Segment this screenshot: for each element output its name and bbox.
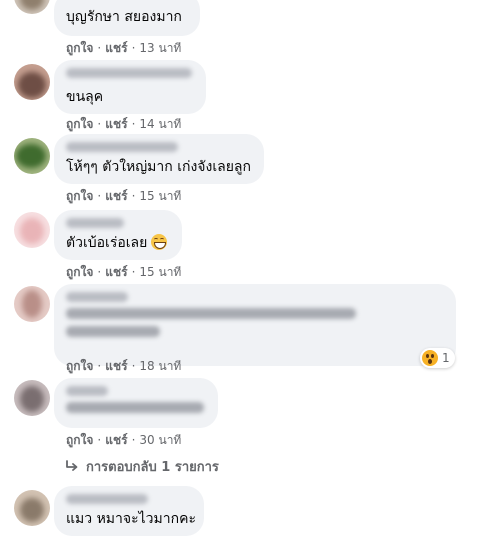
blurred-comment-text [66,308,356,319]
blurred-author-name [66,218,124,228]
view-replies-label: การตอบกลับ 1 รายการ [86,460,219,475]
avatar[interactable] [14,286,50,322]
like-button[interactable]: ถูกใจ [66,41,93,55]
view-replies-link[interactable]: การตอบกลับ 1 รายการ [64,456,219,477]
grinning-face-emoji [151,234,168,250]
timestamp[interactable]: 18 นาที [139,359,181,373]
share-button[interactable]: แชร์ [105,189,127,203]
blurred-author-name [66,292,128,302]
share-button[interactable]: แชร์ [105,433,127,447]
comment-bubble: แมว หมาจะไวมากคะ [54,486,204,536]
separator: · [97,41,102,55]
separator: · [131,117,136,131]
blurred-author-name [66,494,148,504]
comment-actions: ถูกใจ · แชร์ · 13 นาที [66,40,181,56]
comment-text: บุญรักษา สยองมาก [66,9,182,25]
timestamp[interactable]: 15 นาที [139,189,181,203]
comment-bubble: ตัวเบ้อเร่อเลย [54,210,182,260]
comment-actions: ถูกใจ · แชร์ · 18 นาที [66,358,181,374]
like-button[interactable]: ถูกใจ [66,359,93,373]
timestamp[interactable]: 15 นาที [139,265,181,279]
separator: · [97,189,102,203]
comment-bubble: ขนลุค [54,60,206,114]
avatar[interactable] [14,490,50,526]
separator: · [97,359,102,373]
avatar[interactable] [14,138,50,174]
reaction-summary[interactable]: 1 [420,348,455,368]
separator: · [131,359,136,373]
wow-reaction-icon [422,350,438,366]
timestamp[interactable]: 30 นาที [139,433,181,447]
share-button[interactable]: แชร์ [105,265,127,279]
timestamp[interactable]: 13 นาที [139,41,181,55]
comment-text-content: ตัวเบ้อเร่อเลย [66,235,148,251]
separator: · [97,433,102,447]
avatar[interactable] [14,64,50,100]
comment-text: ขนลุค [66,89,104,105]
comment-actions: ถูกใจ · แชร์ · 15 นาที [66,188,181,204]
separator: · [131,189,136,203]
blurred-author-name [66,386,108,396]
share-button[interactable]: แชร์ [105,41,127,55]
comment-bubble: โห้ๆๆ ตัวใหญ่มาก เก่งจังเลยลูก [54,134,264,184]
comment-actions: ถูกใจ · แชร์ · 30 นาที [66,432,181,448]
timestamp[interactable]: 14 นาที [139,117,181,131]
reply-arrow-icon [66,459,78,471]
separator: · [131,265,136,279]
blurred-comment-text [66,326,160,337]
like-button[interactable]: ถูกใจ [66,117,93,131]
like-button[interactable]: ถูกใจ [66,189,93,203]
blurred-author-name [66,68,192,78]
separator: · [131,433,136,447]
share-button[interactable]: แชร์ [105,359,127,373]
like-button[interactable]: ถูกใจ [66,265,93,279]
blurred-author-name [66,142,178,152]
avatar[interactable] [14,0,50,14]
separator: · [97,117,102,131]
reaction-count: 1 [442,351,450,365]
comment-actions: ถูกใจ · แชร์ · 14 นาที [66,116,181,132]
comment-text: ตัวเบ้อเร่อเลย [66,234,170,252]
comment-bubble: บุญรักษา สยองมาก [54,0,200,36]
separator: · [97,265,102,279]
share-button[interactable]: แชร์ [105,117,127,131]
avatar[interactable] [14,380,50,416]
comment-bubble [54,284,456,366]
comment-bubble [54,378,218,428]
avatar[interactable] [14,212,50,248]
comment-text: โห้ๆๆ ตัวใหญ่มาก เก่งจังเลยลูก [66,159,251,175]
separator: · [131,41,136,55]
blurred-comment-text [66,402,204,413]
like-button[interactable]: ถูกใจ [66,433,93,447]
comment-text: แมว หมาจะไวมากคะ [66,511,196,527]
comment-actions: ถูกใจ · แชร์ · 15 นาที [66,264,181,280]
